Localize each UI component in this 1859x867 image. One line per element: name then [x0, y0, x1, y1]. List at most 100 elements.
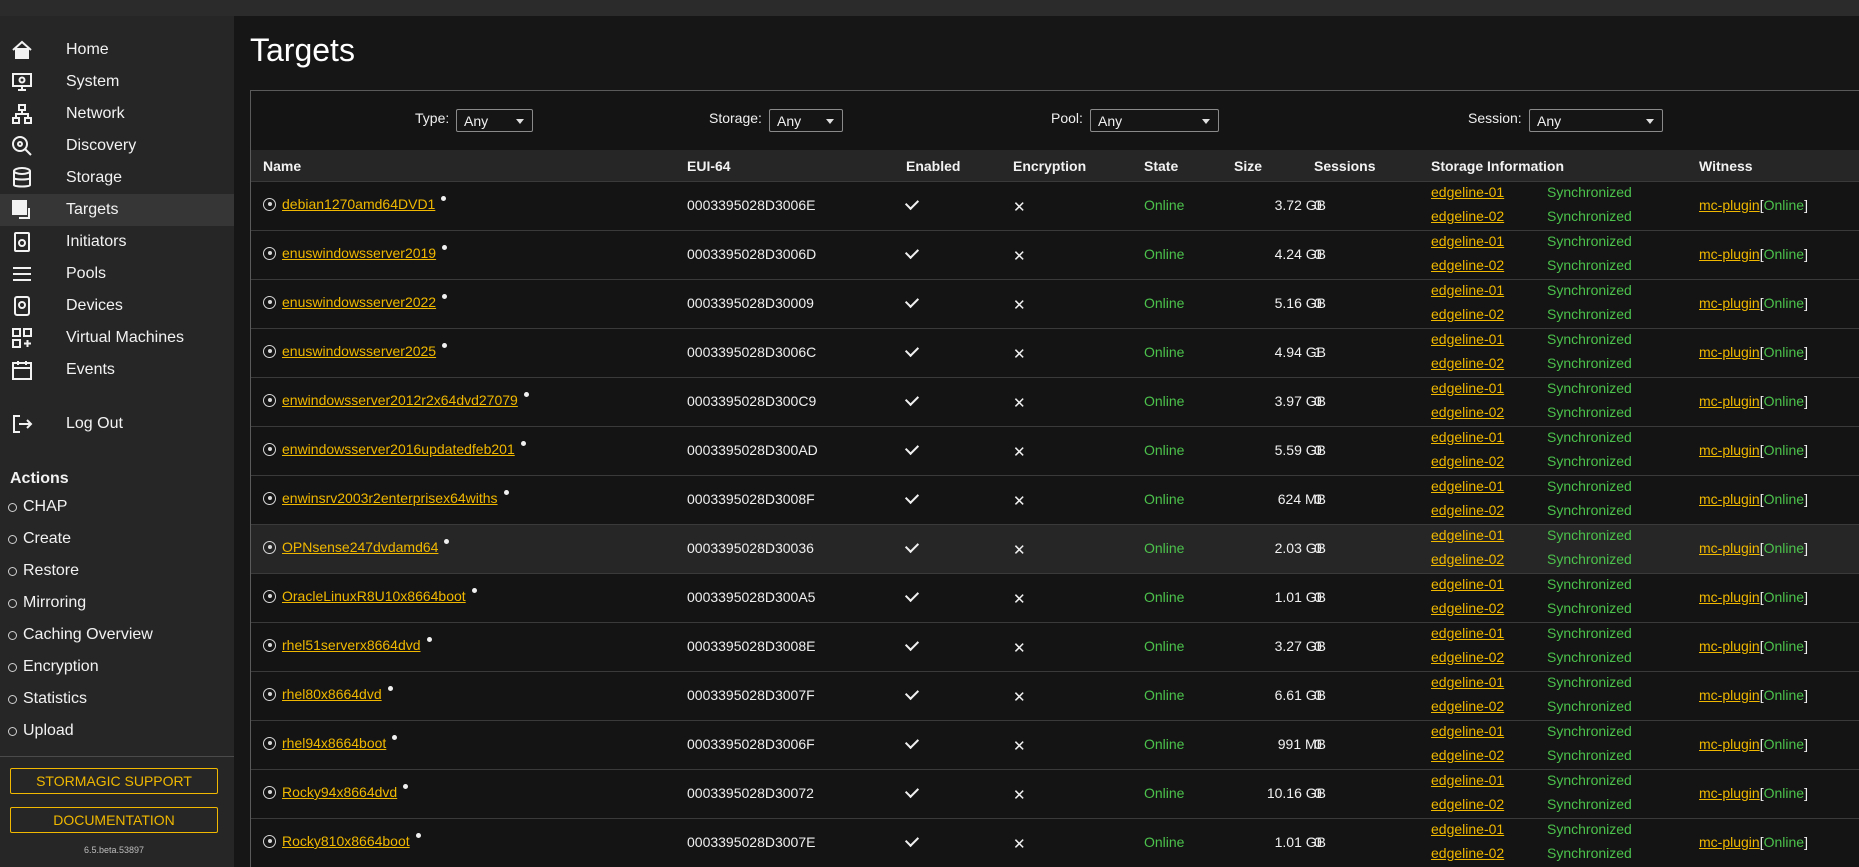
target-name-link[interactable]: enuswindowsserver2019 — [282, 245, 436, 261]
storage-node-2-link[interactable]: edgeline-02 — [1431, 306, 1504, 322]
target-name-link[interactable]: debian1270amd64DVD1 — [282, 196, 435, 212]
witness-link[interactable]: mc-plugin — [1699, 589, 1760, 605]
stormagic-support-button[interactable]: STORMAGIC SUPPORT — [10, 768, 218, 794]
witness-link[interactable]: mc-plugin — [1699, 834, 1760, 850]
witness-link[interactable]: mc-plugin — [1699, 687, 1760, 703]
session-filter-select[interactable]: Any — [1529, 109, 1663, 132]
storage-node-1-link[interactable]: edgeline-01 — [1431, 772, 1504, 788]
witness-link[interactable]: mc-plugin — [1699, 491, 1760, 507]
row-select-radio[interactable] — [263, 442, 276, 456]
sidebar-item-home[interactable]: Home — [0, 34, 234, 66]
storage-node-1-link[interactable]: edgeline-01 — [1431, 625, 1504, 641]
witness-link[interactable]: mc-plugin — [1699, 197, 1760, 213]
sidebar-item-network[interactable]: Network — [0, 98, 234, 130]
storage-node-1-link[interactable]: edgeline-01 — [1431, 674, 1504, 690]
row-select-radio[interactable] — [263, 393, 276, 407]
witness-link[interactable]: mc-plugin — [1699, 295, 1760, 311]
table-row[interactable]: debian1270amd64DVD1 0003395028D3006E ✕ O… — [251, 181, 1859, 230]
storage-node-2-link[interactable]: edgeline-02 — [1431, 698, 1504, 714]
target-name-link[interactable]: Rocky94x8664dvd — [282, 784, 397, 800]
row-select-radio[interactable] — [263, 638, 276, 652]
storage-node-1-link[interactable]: edgeline-01 — [1431, 331, 1504, 347]
type-filter-select[interactable]: Any — [456, 109, 533, 132]
table-row[interactable]: enwindowsserver2012r2x64dvd27079 0003395… — [251, 377, 1859, 426]
action-restore[interactable]: Restore — [0, 555, 234, 587]
target-name-link[interactable]: enwindowsserver2012r2x64dvd27079 — [282, 392, 518, 408]
table-row[interactable]: Rocky810x8664boot 0003395028D3007E ✕ Onl… — [251, 818, 1859, 867]
sidebar-item-pools[interactable]: Pools — [0, 258, 234, 290]
row-select-radio[interactable] — [263, 785, 276, 799]
sidebar-item-devices[interactable]: Devices — [0, 290, 234, 322]
column-header-witness[interactable]: Witness — [1699, 158, 1753, 174]
storage-node-1-link[interactable]: edgeline-01 — [1431, 233, 1504, 249]
storage-filter-select[interactable]: Any — [769, 109, 843, 132]
storage-node-1-link[interactable]: edgeline-01 — [1431, 478, 1504, 494]
table-row[interactable]: rhel80x8664dvd 0003395028D3007F ✕ Online… — [251, 671, 1859, 720]
target-name-link[interactable]: rhel94x8664boot — [282, 735, 386, 751]
storage-node-2-link[interactable]: edgeline-02 — [1431, 747, 1504, 763]
column-header-storage-information[interactable]: Storage Information — [1431, 158, 1564, 174]
storage-node-1-link[interactable]: edgeline-01 — [1431, 723, 1504, 739]
witness-link[interactable]: mc-plugin — [1699, 540, 1760, 556]
sidebar-item-storage[interactable]: Storage — [0, 162, 234, 194]
storage-node-2-link[interactable]: edgeline-02 — [1431, 208, 1504, 224]
witness-link[interactable]: mc-plugin — [1699, 442, 1760, 458]
witness-link[interactable]: mc-plugin — [1699, 736, 1760, 752]
storage-node-1-link[interactable]: edgeline-01 — [1431, 576, 1504, 592]
sidebar-item-system[interactable]: System — [0, 66, 234, 98]
witness-link[interactable]: mc-plugin — [1699, 344, 1760, 360]
storage-node-2-link[interactable]: edgeline-02 — [1431, 404, 1504, 420]
column-header-enabled[interactable]: Enabled — [906, 158, 960, 174]
row-select-radio[interactable] — [263, 295, 276, 309]
column-header-encryption[interactable]: Encryption — [1013, 158, 1086, 174]
table-row[interactable]: enuswindowsserver2025 0003395028D3006C ✕… — [251, 328, 1859, 377]
column-header-state[interactable]: State — [1144, 158, 1178, 174]
storage-node-2-link[interactable]: edgeline-02 — [1431, 796, 1504, 812]
storage-node-1-link[interactable]: edgeline-01 — [1431, 282, 1504, 298]
storage-node-2-link[interactable]: edgeline-02 — [1431, 649, 1504, 665]
row-select-radio[interactable] — [263, 197, 276, 211]
target-name-link[interactable]: OracleLinuxR8U10x8664boot — [282, 588, 466, 604]
pool-filter-select[interactable]: Any — [1090, 109, 1219, 132]
documentation-button[interactable]: DOCUMENTATION — [10, 807, 218, 833]
column-header-sessions[interactable]: Sessions — [1314, 158, 1375, 174]
row-select-radio[interactable] — [263, 540, 276, 554]
row-select-radio[interactable] — [263, 736, 276, 750]
sidebar-item-initiators[interactable]: Initiators — [0, 226, 234, 258]
storage-node-1-link[interactable]: edgeline-01 — [1431, 429, 1504, 445]
witness-link[interactable]: mc-plugin — [1699, 638, 1760, 654]
sidebar-item-virtual-machines[interactable]: Virtual Machines — [0, 322, 234, 354]
witness-link[interactable]: mc-plugin — [1699, 785, 1760, 801]
action-chap[interactable]: CHAP — [0, 491, 234, 523]
table-row[interactable]: Rocky94x8664dvd 0003395028D30072 ✕ Onlin… — [251, 769, 1859, 818]
table-row[interactable]: OPNsense247dvdamd64 0003395028D30036 ✕ O… — [251, 524, 1859, 573]
table-row[interactable]: enwindowsserver2016updatedfeb201 0003395… — [251, 426, 1859, 475]
target-name-link[interactable]: rhel80x8664dvd — [282, 686, 382, 702]
sidebar-item-events[interactable]: Events — [0, 354, 234, 386]
target-name-link[interactable]: enuswindowsserver2022 — [282, 294, 436, 310]
sidebar-item-discovery[interactable]: Discovery — [0, 130, 234, 162]
storage-node-2-link[interactable]: edgeline-02 — [1431, 257, 1504, 273]
row-select-radio[interactable] — [263, 589, 276, 603]
storage-node-2-link[interactable]: edgeline-02 — [1431, 600, 1504, 616]
row-select-radio[interactable] — [263, 246, 276, 260]
table-row[interactable]: rhel51serverx8664dvd 0003395028D3008E ✕ … — [251, 622, 1859, 671]
storage-node-2-link[interactable]: edgeline-02 — [1431, 551, 1504, 567]
row-select-radio[interactable] — [263, 491, 276, 505]
storage-node-1-link[interactable]: edgeline-01 — [1431, 184, 1504, 200]
table-row[interactable]: enuswindowsserver2022 0003395028D30009 ✕… — [251, 279, 1859, 328]
target-name-link[interactable]: enwinsrv2003r2enterprisex64withs — [282, 490, 498, 506]
table-row[interactable]: enuswindowsserver2019 0003395028D3006D ✕… — [251, 230, 1859, 279]
table-row[interactable]: enwinsrv2003r2enterprisex64withs 0003395… — [251, 475, 1859, 524]
action-statistics[interactable]: Statistics — [0, 683, 234, 715]
sidebar-item-targets[interactable]: Targets — [0, 194, 234, 226]
row-select-radio[interactable] — [263, 687, 276, 701]
table-row[interactable]: OracleLinuxR8U10x8664boot 0003395028D300… — [251, 573, 1859, 622]
target-name-link[interactable]: enwindowsserver2016updatedfeb201 — [282, 441, 515, 457]
column-header-eui[interactable]: EUI-64 — [687, 158, 731, 174]
action-encryption[interactable]: Encryption — [0, 651, 234, 683]
storage-node-1-link[interactable]: edgeline-01 — [1431, 821, 1504, 837]
storage-node-2-link[interactable]: edgeline-02 — [1431, 502, 1504, 518]
storage-node-2-link[interactable]: edgeline-02 — [1431, 845, 1504, 861]
storage-node-2-link[interactable]: edgeline-02 — [1431, 355, 1504, 371]
